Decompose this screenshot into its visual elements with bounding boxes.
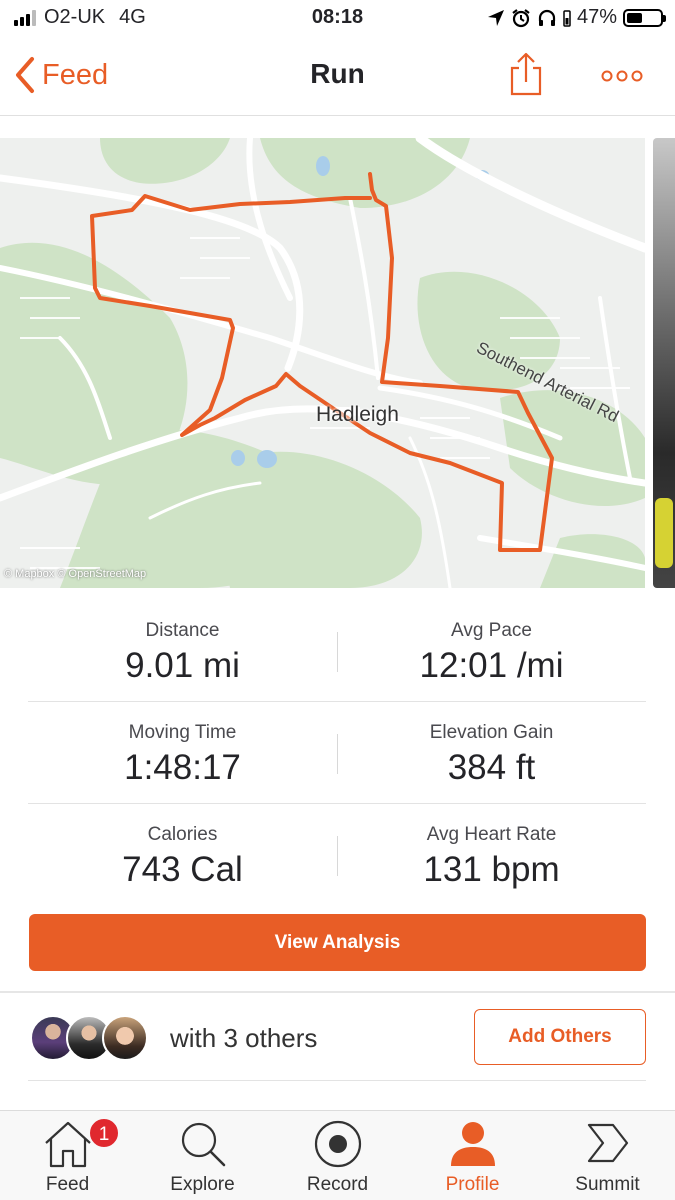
tab-label: Profile (445, 1174, 500, 1195)
stat-value: 12:01 /mi (419, 646, 564, 685)
avatar (102, 1015, 148, 1061)
more-icon[interactable] (600, 66, 644, 86)
stat-label: Moving Time (128, 722, 237, 743)
add-others-button[interactable]: Add Others (474, 1009, 646, 1065)
battery-small-icon (563, 9, 571, 27)
stat-elevation-gain: Elevation Gain 384 ft (337, 702, 646, 803)
route-map[interactable]: Southend Arterial Rd Hadleigh © Mapbox ©… (0, 138, 645, 588)
status-right: 47% (487, 6, 666, 29)
tab-label: Explore (170, 1174, 235, 1195)
battery-icon (623, 8, 666, 27)
view-analysis-button[interactable]: View Analysis (29, 914, 646, 971)
stat-avg-heart-rate: Avg Heart Rate 131 bpm (337, 804, 646, 906)
tab-summit[interactable]: Summit (540, 1111, 675, 1200)
record-icon (314, 1120, 361, 1168)
stat-moving-time: Moving Time 1:48:17 (28, 702, 337, 803)
stat-value: 9.01 mi (125, 646, 240, 685)
home-icon (44, 1121, 91, 1168)
tab-profile[interactable]: Profile (405, 1111, 540, 1200)
tab-explore[interactable]: Explore (135, 1111, 270, 1200)
stat-label: Elevation Gain (429, 722, 554, 743)
stat-distance: Distance 9.01 mi (28, 600, 337, 701)
stat-value: 743 Cal (122, 850, 243, 889)
stat-avg-pace: Avg Pace 12:01 /mi (337, 600, 646, 701)
stat-label: Avg Heart Rate (426, 824, 557, 845)
stats-row: Calories 743 Cal Avg Heart Rate 131 bpm (28, 804, 646, 906)
with-others-label: with 3 others (170, 1023, 318, 1053)
status-bar: O2-UK 4G 08:18 47% (0, 0, 675, 38)
headphones-icon (538, 9, 556, 26)
tab-label: Feed (45, 1174, 90, 1195)
nav-bar: Feed Run (0, 38, 675, 116)
page-title: Run (310, 58, 365, 89)
athletes-row: with 3 others Add Others (0, 993, 675, 1081)
stat-label: Avg Pace (451, 620, 532, 641)
tab-bar: 1 Feed Explore Record Profile Summit (0, 1110, 675, 1200)
share-icon[interactable] (508, 52, 544, 96)
stats-row: Distance 9.01 mi Avg Pace 12:01 /mi (28, 600, 646, 702)
stats-grid: Distance 9.01 mi Avg Pace 12:01 /mi Movi… (28, 600, 646, 906)
stat-value: 131 bpm (423, 850, 560, 889)
alarm-icon (512, 8, 530, 27)
tab-label: Summit (575, 1174, 640, 1195)
battery-percent: 47% (576, 6, 617, 28)
map-canvas (0, 138, 645, 588)
town-label: Hadleigh (316, 403, 399, 426)
location-icon (487, 9, 504, 26)
notification-badge: 1 (88, 1117, 120, 1149)
stat-label: Distance (145, 620, 220, 641)
tab-record[interactable]: Record (270, 1111, 405, 1200)
summit-icon (587, 1123, 628, 1163)
search-icon (181, 1122, 225, 1167)
tab-feed[interactable]: 1 Feed (0, 1111, 135, 1200)
map-attribution: © Mapbox © OpenStreetMap (4, 568, 147, 580)
stat-value: 1:48:17 (124, 748, 241, 787)
avatar-group[interactable] (30, 1015, 148, 1061)
profile-icon (450, 1122, 495, 1166)
stat-calories: Calories 743 Cal (28, 804, 337, 906)
row-divider (28, 1080, 646, 1081)
tab-label: Record (306, 1174, 369, 1195)
stat-value: 384 ft (447, 748, 536, 787)
stats-row: Moving Time 1:48:17 Elevation Gain 384 f… (28, 702, 646, 804)
stat-label: Calories (147, 824, 218, 845)
next-photo-thumbnail[interactable] (653, 138, 675, 588)
